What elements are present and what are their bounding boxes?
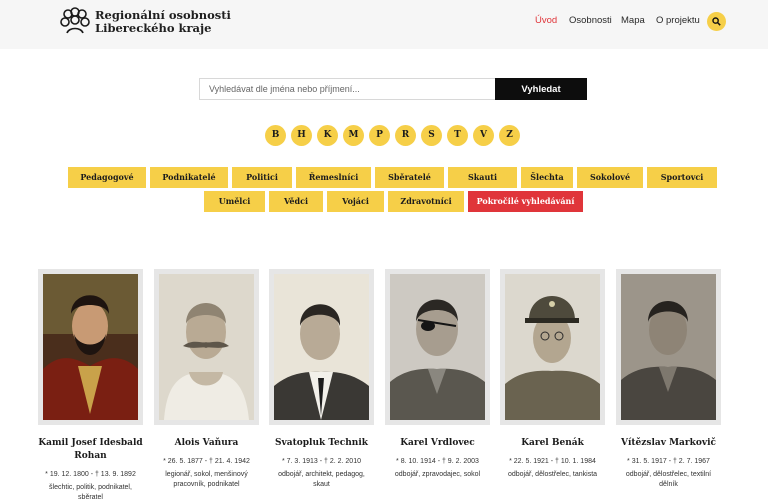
person-dates: * 22. 5. 1921 - † 10. 1. 1984: [509, 458, 596, 465]
person-card-markovic[interactable]: Vítězslav Markovič * 31. 5. 1917 - † 2. …: [616, 269, 721, 490]
nav-mapa[interactable]: Mapa: [621, 15, 645, 26]
header-search-button[interactable]: [707, 12, 726, 31]
person-professions: šlechtic, politik, podnikatel, sběratel: [49, 484, 132, 501]
portrait-photo[interactable]: [505, 274, 600, 420]
person-dates: * 31. 5. 1917 - † 2. 7. 1967: [627, 458, 710, 465]
photo-frame: [616, 269, 721, 425]
person-professions: odbojář, dělostřelec, tankista: [507, 471, 598, 478]
search-button[interactable]: Vyhledat: [495, 78, 587, 100]
person-name[interactable]: Vítězslav Markovič: [616, 437, 721, 450]
person-dates: * 8. 10. 1914 - † 9. 2. 2003: [396, 458, 479, 465]
person-professions: odbojář, dělostřelec, textilní dělník: [625, 471, 712, 488]
photo-frame: [154, 269, 259, 425]
person-name[interactable]: Alois Vaňura: [154, 437, 259, 450]
person-professions: odbojář, zpravodajec, sokol: [394, 471, 481, 478]
category-remeslnici[interactable]: Řemeslníci: [296, 167, 371, 188]
category-vedci[interactable]: Vědci: [269, 191, 323, 212]
photo-frame: [38, 269, 143, 425]
portrait-photo[interactable]: [159, 274, 254, 420]
photo-frame: [385, 269, 490, 425]
letter-r[interactable]: R: [395, 125, 416, 146]
letter-k[interactable]: K: [317, 125, 338, 146]
person-card-technik[interactable]: Svatopluk Technik * 7. 3. 1913 - † 2. 2.…: [269, 269, 374, 490]
letter-h[interactable]: H: [291, 125, 312, 146]
person-name[interactable]: Karel Vrdlovec: [385, 437, 490, 450]
letter-b[interactable]: B: [265, 125, 286, 146]
category-sportovci[interactable]: Sportovci: [647, 167, 717, 188]
site-brand[interactable]: Regionální osobnosti Libereckého kraje: [95, 9, 231, 34]
photo-frame: [500, 269, 605, 425]
search-icon: [712, 17, 721, 26]
category-podnikatele[interactable]: Podnikatelé: [150, 167, 228, 188]
portrait-photo[interactable]: [43, 274, 138, 420]
portrait-photo[interactable]: [390, 274, 485, 420]
advanced-search-button[interactable]: Pokročilé vyhledávání: [468, 191, 583, 212]
person-card-rohan[interactable]: Kamil Josef Idesbald Rohan * 19. 12. 180…: [38, 269, 143, 503]
person-professions: odbojář, architekt, pedagog, skaut: [278, 471, 365, 488]
category-skauti[interactable]: Skauti: [448, 167, 517, 188]
person-card-vanura[interactable]: Alois Vaňura * 26. 5. 1877 - † 21. 4. 19…: [154, 269, 259, 490]
brand-line-1: Regionální osobnosti: [95, 8, 231, 22]
person-dates: * 26. 5. 1877 - † 21. 4. 1942: [163, 458, 250, 465]
category-pedagogove[interactable]: Pedagogové: [68, 167, 146, 188]
nav-osobnosti[interactable]: Osobnosti: [569, 15, 612, 26]
nav-o-projektu[interactable]: O projektu: [656, 15, 700, 26]
portrait-photo[interactable]: [274, 274, 369, 420]
brand-line-2: Libereckého kraje: [95, 20, 212, 35]
person-card-benak[interactable]: Karel Benák * 22. 5. 1921 - † 10. 1. 198…: [500, 269, 605, 480]
category-umelci[interactable]: Umělci: [204, 191, 265, 212]
letter-m[interactable]: M: [343, 125, 364, 146]
letter-s[interactable]: S: [421, 125, 442, 146]
person-card-vrdlovec[interactable]: Karel Vrdlovec * 8. 10. 1914 - † 9. 2. 2…: [385, 269, 490, 480]
category-sberatele[interactable]: Sběratelé: [375, 167, 444, 188]
person-name[interactable]: Karel Benák: [500, 437, 605, 450]
letter-p[interactable]: P: [369, 125, 390, 146]
category-vojaci[interactable]: Vojáci: [327, 191, 384, 212]
person-name[interactable]: Kamil Josef Idesbald Rohan: [38, 437, 143, 463]
person-name[interactable]: Svatopluk Technik: [269, 437, 374, 450]
photo-frame: [269, 269, 374, 425]
portrait-photo[interactable]: [621, 274, 716, 420]
category-politici[interactable]: Politici: [232, 167, 292, 188]
letter-v[interactable]: V: [473, 125, 494, 146]
person-professions: legionář, sokol, menšinový pracovník, po…: [165, 471, 248, 488]
category-slechta[interactable]: Šlechta: [521, 167, 573, 188]
category-zdravotnici[interactable]: Zdravotníci: [388, 191, 464, 212]
site-header: Regionální osobnosti Libereckého kraje Ú…: [0, 0, 768, 49]
search-input[interactable]: [199, 78, 496, 100]
person-dates: * 7. 3. 1913 - † 2. 2. 2010: [281, 458, 361, 465]
letter-z[interactable]: Z: [499, 125, 520, 146]
person-dates: * 19. 12. 1800 - † 13. 9. 1892: [45, 471, 136, 478]
logo-icon[interactable]: [59, 7, 91, 35]
category-sokolove[interactable]: Sokolové: [577, 167, 643, 188]
nav-uvod[interactable]: Úvod: [535, 15, 557, 26]
letter-t[interactable]: T: [447, 125, 468, 146]
